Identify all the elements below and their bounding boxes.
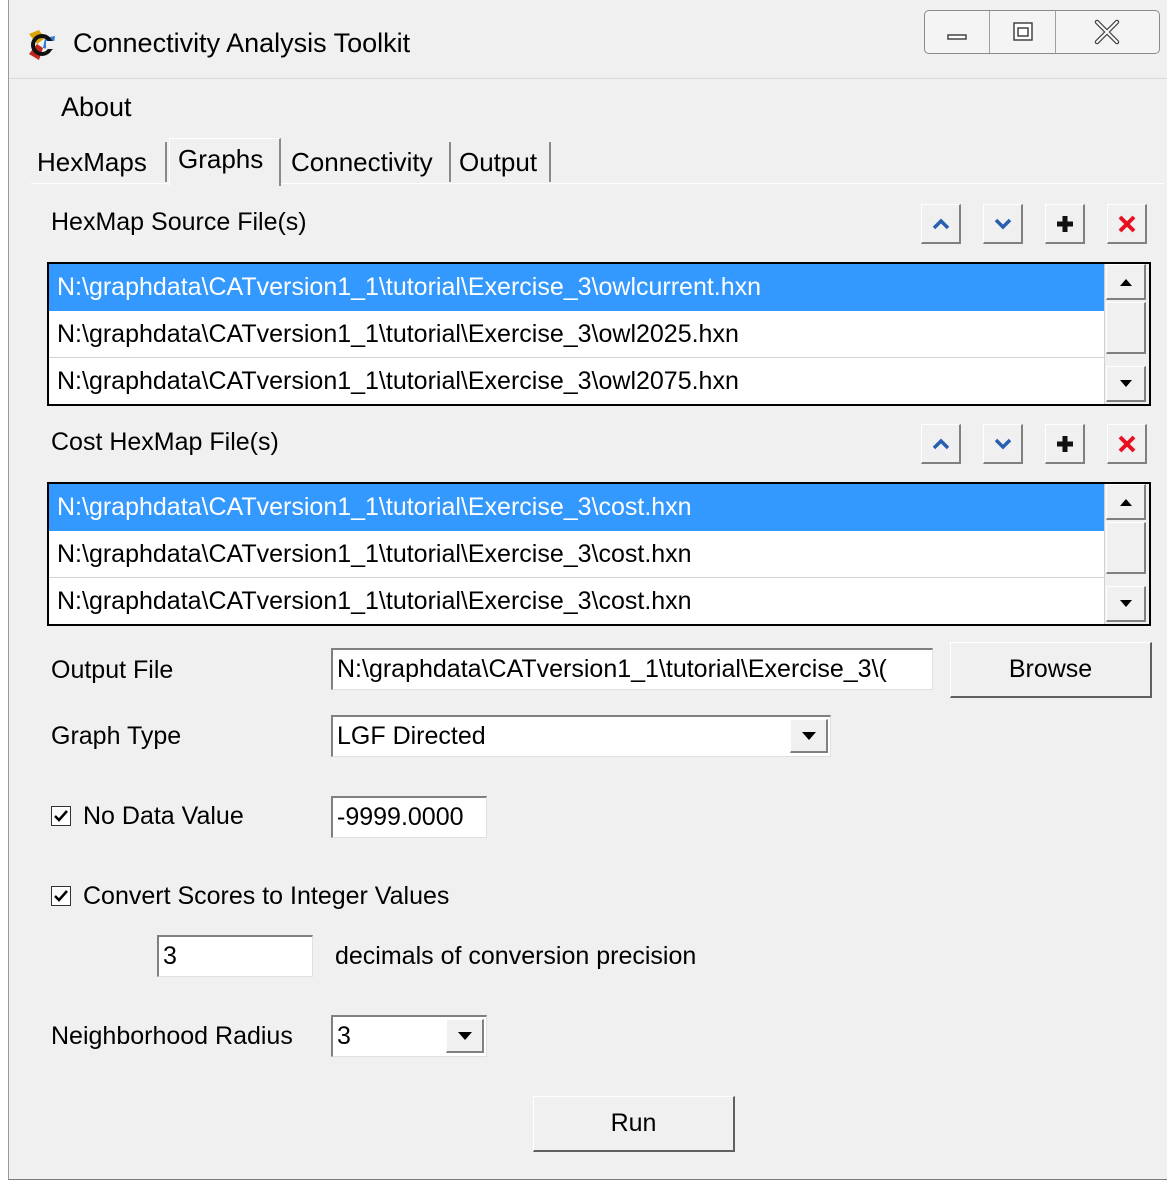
source-list-scrollbar[interactable] — [1104, 264, 1149, 404]
scroll-thumb[interactable] — [1106, 302, 1146, 354]
chevron-up-icon — [932, 438, 949, 449]
scroll-down-icon — [1119, 599, 1132, 607]
graph-type-select[interactable]: LGF Directed — [331, 715, 831, 757]
close-button[interactable] — [1056, 11, 1159, 53]
list-item[interactable]: N:\graphdata\CATversion1_1\tutorial\Exer… — [49, 358, 1105, 405]
source-move-up-button[interactable] — [921, 204, 961, 244]
cost-files-list[interactable]: N:\graphdata\CATversion1_1\tutorial\Exer… — [47, 482, 1151, 626]
source-remove-button[interactable] — [1107, 204, 1147, 244]
minimize-button[interactable] — [925, 11, 991, 53]
menu-bar — [9, 80, 1167, 138]
checkmark-icon — [54, 810, 68, 822]
maximize-icon — [1012, 22, 1033, 41]
precision-input[interactable]: 3 — [157, 935, 313, 977]
remove-x-icon — [1118, 435, 1135, 452]
cost-move-down-button[interactable] — [983, 424, 1023, 464]
cost-files-label: Cost HexMap File(s) — [51, 428, 279, 456]
scroll-thumb[interactable] — [1106, 522, 1146, 574]
menu-about[interactable]: About — [61, 92, 132, 123]
neighborhood-radius-label: Neighborhood Radius — [51, 1022, 293, 1050]
window-controls — [924, 10, 1160, 54]
graph-type-label: Graph Type — [51, 722, 182, 750]
source-move-down-button[interactable] — [983, 204, 1023, 244]
tab-hexmaps[interactable]: HexMaps — [29, 142, 167, 182]
scroll-down-button[interactable] — [1106, 586, 1146, 622]
run-button[interactable]: Run — [533, 1096, 735, 1152]
graph-type-value: LGF Directed — [337, 722, 486, 750]
list-item[interactable]: N:\graphdata\CATversion1_1\tutorial\Exer… — [49, 484, 1105, 531]
no-data-label: No Data Value — [83, 802, 244, 830]
source-files-label: HexMap Source File(s) — [51, 208, 307, 236]
chevron-down-icon — [801, 731, 816, 740]
close-icon — [1095, 19, 1120, 45]
scroll-up-icon — [1119, 498, 1132, 506]
scroll-up-button[interactable] — [1106, 264, 1146, 300]
scroll-up-icon — [1119, 278, 1132, 286]
tab-graphs[interactable]: Graphs — [169, 138, 281, 186]
maximize-button[interactable] — [990, 11, 1056, 53]
convert-scores-label: Convert Scores to Integer Values — [83, 882, 450, 910]
chevron-down-icon — [457, 1031, 472, 1040]
cost-add-button[interactable] — [1045, 424, 1085, 464]
list-item[interactable]: N:\graphdata\CATversion1_1\tutorial\Exer… — [49, 311, 1105, 358]
output-file-label: Output File — [51, 656, 174, 684]
tab-output[interactable]: Output — [451, 142, 551, 182]
chevron-down-icon — [994, 438, 1011, 449]
scroll-down-icon — [1119, 379, 1132, 387]
no-data-checkbox[interactable] — [51, 806, 71, 826]
title-bar: Connectivity Analysis Toolkit — [9, 0, 1167, 79]
plus-icon — [1056, 435, 1073, 452]
window-title: Connectivity Analysis Toolkit — [73, 28, 411, 58]
precision-label: decimals of conversion precision — [335, 942, 697, 970]
list-item[interactable]: N:\graphdata\CATversion1_1\tutorial\Exer… — [49, 578, 1105, 625]
remove-x-icon — [1118, 215, 1135, 232]
list-item[interactable]: N:\graphdata\CATversion1_1\tutorial\Exer… — [49, 531, 1105, 578]
app-window: Connectivity Analysis Toolkit About HexM… — [8, 0, 1167, 1180]
browse-button[interactable]: Browse — [950, 642, 1152, 698]
app-logo-icon — [29, 30, 58, 60]
list-item[interactable]: N:\graphdata\CATversion1_1\tutorial\Exer… — [49, 264, 1105, 311]
cost-remove-button[interactable] — [1107, 424, 1147, 464]
cost-list-scrollbar[interactable] — [1104, 484, 1149, 624]
convert-scores-checkbox[interactable] — [51, 886, 71, 906]
checkmark-icon — [54, 890, 68, 902]
graph-type-dropdown-button[interactable] — [790, 719, 828, 753]
scroll-down-button[interactable] — [1106, 366, 1146, 402]
radius-dropdown-button[interactable] — [446, 1019, 484, 1053]
scroll-up-button[interactable] — [1106, 484, 1146, 520]
output-file-input[interactable]: N:\graphdata\CATversion1_1\tutorial\Exer… — [331, 648, 933, 690]
source-add-button[interactable] — [1045, 204, 1085, 244]
chevron-up-icon — [932, 218, 949, 229]
cost-move-up-button[interactable] — [921, 424, 961, 464]
neighborhood-radius-select[interactable]: 3 — [331, 1015, 487, 1057]
neighborhood-radius-value: 3 — [337, 1022, 351, 1050]
tab-connectivity[interactable]: Connectivity — [283, 142, 451, 182]
source-files-list[interactable]: N:\graphdata\CATversion1_1\tutorial\Exer… — [47, 262, 1151, 406]
minimize-icon — [947, 34, 967, 40]
no-data-value-input[interactable]: -9999.0000 — [331, 796, 487, 838]
chevron-down-icon — [994, 218, 1011, 229]
plus-icon — [1056, 215, 1073, 232]
